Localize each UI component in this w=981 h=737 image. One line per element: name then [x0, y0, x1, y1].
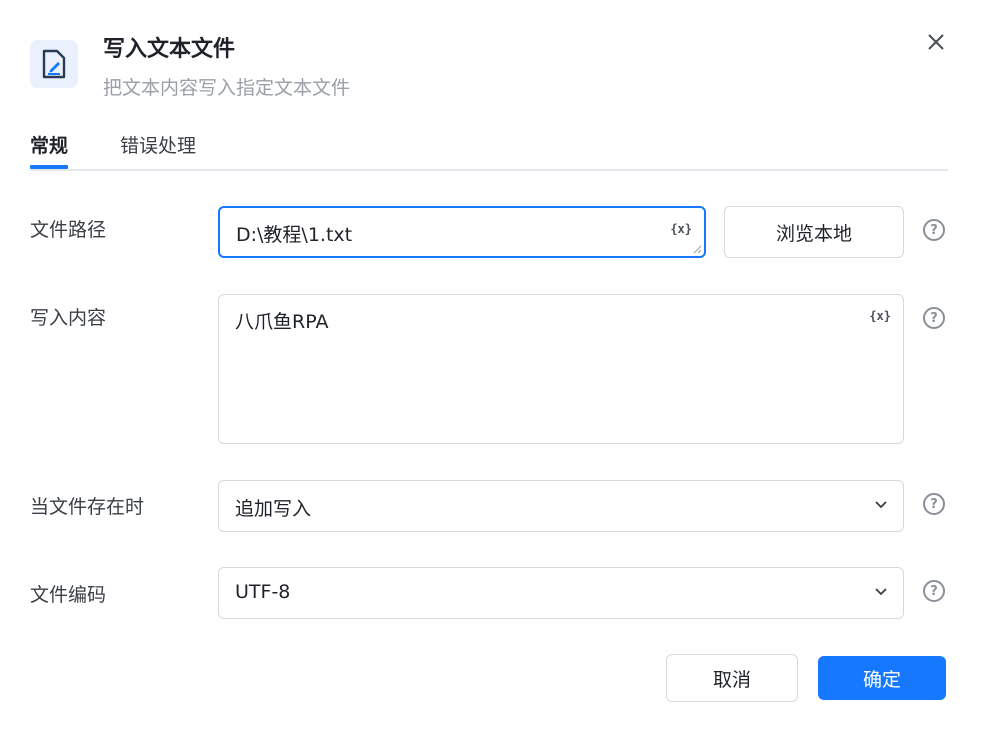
tab-error-handling[interactable]: 错误处理: [120, 131, 196, 158]
file-edit-icon: [30, 40, 78, 88]
content-value: 八爪鱼RPA: [235, 311, 329, 333]
variable-icon[interactable]: {x}: [869, 309, 891, 323]
exists-mode-label: 当文件存在时: [30, 496, 145, 518]
chevron-down-icon: [875, 588, 887, 596]
file-path-label: 文件路径: [30, 219, 107, 241]
tab-bar: 常规 错误处理: [30, 126, 948, 171]
dialog-title: 写入文本文件: [103, 37, 236, 62]
help-icon[interactable]: ?: [923, 580, 945, 602]
confirm-button[interactable]: 确定: [818, 656, 946, 700]
exists-mode-select[interactable]: 追加写入: [218, 480, 904, 532]
help-icon[interactable]: ?: [923, 307, 945, 329]
browse-local-button[interactable]: 浏览本地: [724, 206, 904, 258]
resize-grip-icon[interactable]: [692, 244, 702, 254]
content-textarea[interactable]: 八爪鱼RPA {x}: [218, 294, 904, 444]
encoding-value: UTF-8: [235, 581, 291, 603]
exists-mode-value: 追加写入: [235, 498, 312, 520]
file-path-value: D:\教程\1.txt: [236, 224, 353, 246]
chevron-down-icon: [875, 501, 887, 509]
encoding-select[interactable]: UTF-8: [218, 567, 904, 619]
file-path-input[interactable]: D:\教程\1.txt {x}: [218, 206, 706, 258]
dialog-subtitle: 把文本内容写入指定文本文件: [103, 77, 351, 99]
encoding-label: 文件编码: [30, 584, 107, 606]
cancel-button[interactable]: 取消: [666, 654, 798, 702]
close-icon[interactable]: [922, 28, 950, 56]
help-icon[interactable]: ?: [923, 219, 945, 241]
help-icon[interactable]: ?: [923, 493, 945, 515]
content-label: 写入内容: [30, 307, 107, 329]
tab-general[interactable]: 常规: [30, 131, 69, 169]
variable-icon[interactable]: {x}: [670, 222, 692, 236]
